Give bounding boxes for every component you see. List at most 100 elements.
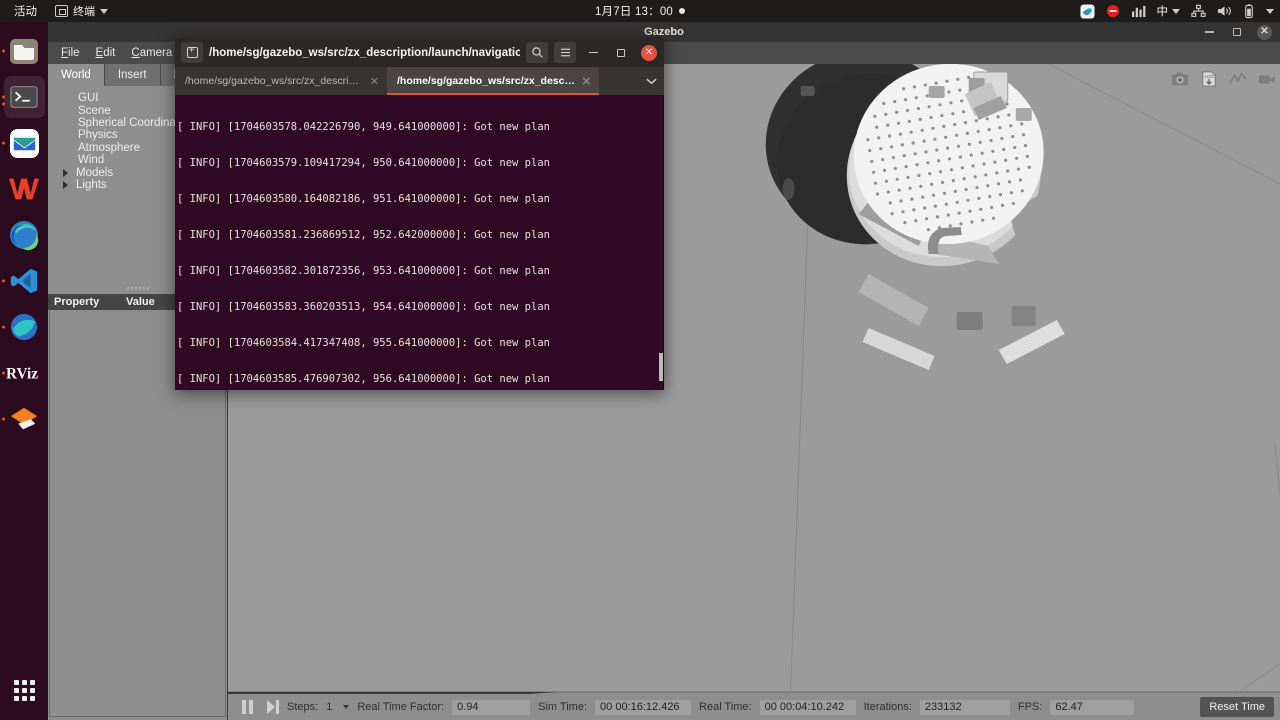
terminal-line: [ INFO] [1704603585.476907302, 956.64100… [177, 373, 550, 385]
dock-item-gazebo-classic[interactable] [0, 396, 48, 442]
terminal-close-button[interactable]: ✕ [638, 42, 660, 63]
menu-camera[interactable]: Camera [124, 45, 179, 61]
terminal-line: [ INFO] [1704603582.301872356, 953.64100… [177, 265, 550, 277]
terminal-window: /home/sg/gazebo_ws/src/zx_description/la… [175, 38, 664, 390]
gazebo-window-buttons: ✕ [1203, 22, 1272, 42]
step-forward-icon[interactable] [267, 700, 279, 714]
battery-icon[interactable] [1243, 3, 1255, 19]
real-time-factor-value: 0.94 [452, 699, 531, 715]
ubuntu-dock: RViz [0, 22, 48, 720]
terminal-tab-2[interactable]: /home/sg/gazebo_ws/src/zx_descript... ✕ [387, 67, 599, 95]
pause-icon[interactable] [242, 700, 253, 714]
app-menu-label: 终端 [73, 6, 95, 18]
new-tab-icon[interactable] [181, 42, 203, 63]
input-method-label: 中 [1156, 6, 1169, 18]
iterations-label: Iterations: [863, 701, 912, 713]
vscode-icon [10, 268, 38, 294]
steps-chevron-down-icon[interactable] [343, 705, 350, 709]
terminal-tab-2-label: /home/sg/gazebo_ws/src/zx_descript... [397, 75, 576, 87]
running-indicator [2, 325, 5, 329]
dock-item-gazebo[interactable] [0, 304, 48, 350]
rviz-icon: RViz [6, 365, 38, 382]
expand-triangle-icon[interactable] [63, 180, 68, 189]
video-record-icon[interactable] [1258, 71, 1276, 87]
fps-label: FPS: [1017, 701, 1043, 713]
terminal-title-text: /home/sg/gazebo_ws/src/zx_description/la… [209, 46, 520, 59]
system-stats-icon[interactable] [1131, 5, 1146, 18]
tab-insert[interactable]: Insert [104, 64, 161, 86]
terminal-output[interactable]: [ INFO] [1704603578.042226790, 949.64100… [175, 95, 664, 390]
notification-dot-icon [679, 8, 686, 14]
dock-item-vs-code[interactable] [0, 258, 48, 304]
chevron-down-icon [1172, 8, 1180, 14]
volume-icon[interactable] [1217, 4, 1232, 18]
gazebo-minimize-button[interactable] [1203, 26, 1216, 39]
steps-value[interactable]: 1 [326, 701, 332, 713]
terminal-tab-1[interactable]: /home/sg/gazebo_ws/src/zx_descript... ✕ [175, 67, 387, 95]
reset-time-button[interactable]: Reset Time [1200, 697, 1274, 717]
fps-value: 62.47 [1050, 699, 1135, 715]
gazebo-maximize-button[interactable] [1230, 26, 1243, 39]
chevron-down-icon [100, 8, 108, 14]
running-indicator [2, 279, 5, 283]
terminal-right-edge [663, 95, 664, 390]
svg-text:LOG: LOG [1205, 74, 1215, 79]
close-icon[interactable]: ✕ [582, 75, 591, 88]
desktop-screen: Gazebo ✕ File Edit Camera Vi World [0, 0, 1280, 720]
terminal-titlebar[interactable]: /home/sg/gazebo_ws/src/zx_description/la… [175, 38, 664, 67]
app-menu-button[interactable]: 终端 [47, 3, 116, 19]
menu-file[interactable]: File [54, 45, 87, 61]
chevron-down-icon[interactable] [638, 67, 664, 95]
running-indicator [2, 371, 5, 375]
menu-camera-rest: amera [139, 47, 173, 59]
running-indicator [2, 141, 5, 145]
sim-time-label: Sim Time: [538, 701, 588, 713]
mail-icon [9, 128, 39, 158]
terminal-line: [ INFO] [1704603581.236869512, 952.64200… [177, 229, 550, 241]
terminal-line: [ INFO] [1704603579.109417294, 950.64100… [177, 157, 550, 169]
value-column-header: Value [126, 296, 155, 309]
terminal-icon [10, 86, 38, 108]
iterations-value: 233132 [919, 699, 1010, 715]
tab-world[interactable]: World [48, 64, 105, 86]
dock-item-terminal[interactable] [0, 74, 48, 120]
plot-icon[interactable] [1229, 71, 1247, 87]
terminal-maximize-button[interactable] [610, 42, 632, 63]
input-method-indicator[interactable]: 中 [1156, 3, 1180, 19]
system-menu-chevron-down-icon[interactable] [1266, 8, 1274, 14]
gazebo-classic-icon [10, 407, 38, 430]
close-icon[interactable]: ✕ [370, 75, 379, 88]
tab-insert-label: Insert [117, 69, 147, 81]
log-record-icon[interactable]: LOG [1200, 71, 1218, 87]
dock-item-mail[interactable] [0, 120, 48, 166]
expand-triangle-icon[interactable] [63, 168, 68, 177]
terminal-minimize-button[interactable] [582, 42, 604, 63]
network-icon[interactable] [1191, 4, 1206, 18]
system-tray: 中 [1079, 0, 1274, 22]
gazebo-title-text: Gazebo [644, 26, 684, 38]
dock-item-wps-office[interactable] [0, 166, 48, 212]
show-applications-button[interactable] [0, 668, 48, 712]
search-icon[interactable] [526, 42, 548, 63]
clock-button[interactable]: 1月7日 13：00 [540, 3, 740, 19]
menu-edit[interactable]: Edit [89, 45, 123, 61]
property-column-header: Property [54, 296, 100, 309]
dock-item-microsoft-edge[interactable] [0, 212, 48, 258]
real-time-factor-label: Real Time Factor: [357, 701, 445, 713]
gazebo-close-button[interactable]: ✕ [1257, 24, 1272, 40]
weather-icon[interactable] [1079, 3, 1095, 19]
gnome-top-bar: 活动 终端 1月7日 13：00 中 [0, 0, 1280, 22]
do-not-disturb-icon[interactable] [1106, 4, 1120, 18]
terminal-icon [55, 5, 68, 17]
svg-text:RViz: RViz [6, 365, 38, 382]
tab-world-label: World [61, 69, 91, 81]
real-time-label: Real Time: [699, 701, 752, 713]
dock-item-files[interactable] [0, 28, 48, 74]
clock-text: 1月7日 13：00 [594, 6, 674, 18]
terminal-line: [ INFO] [1704603584.417347408, 955.64100… [177, 337, 550, 349]
activities-button[interactable]: 活动 [0, 3, 47, 19]
edge-icon [10, 221, 39, 251]
dock-item-rviz[interactable]: RViz [0, 350, 48, 396]
screenshot-camera-icon[interactable] [1171, 71, 1189, 87]
hamburger-menu-icon[interactable] [554, 42, 576, 63]
